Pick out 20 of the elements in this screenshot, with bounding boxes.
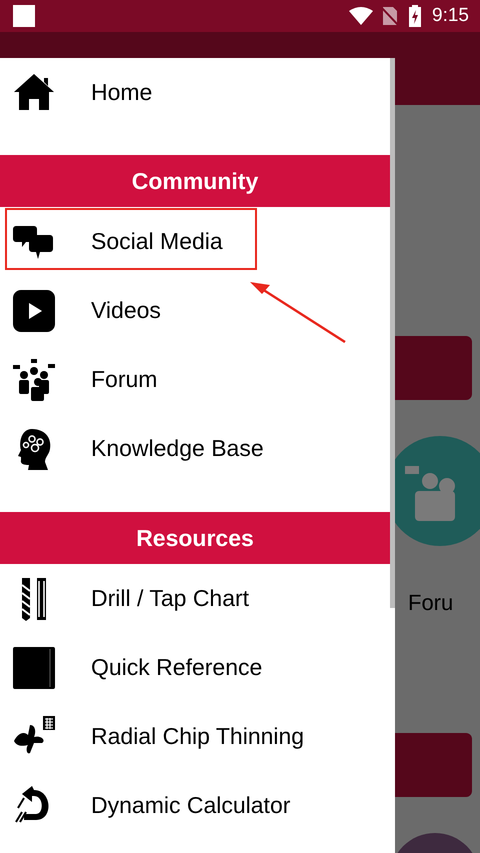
section-header: Community — [0, 155, 390, 207]
menu-item[interactable]: Dynamic Calculator — [91, 788, 290, 823]
menu-item[interactable]: Videos — [91, 293, 161, 328]
menu-item[interactable]: Home — [91, 74, 152, 110]
section-header: Resources — [0, 512, 390, 564]
clock: 9:15 — [432, 4, 469, 28]
menu-item[interactable]: Social Media — [91, 224, 223, 259]
battery-icon — [409, 5, 421, 27]
people-group-icon — [12, 358, 56, 402]
menu-item[interactable]: Radial Chip Thinning — [91, 719, 304, 754]
tile-label: Foru — [408, 589, 454, 617]
book-icon — [12, 646, 56, 690]
menu-item[interactable]: Quick Reference — [91, 650, 262, 685]
play-icon — [12, 288, 56, 332]
no-sim-icon — [382, 6, 398, 26]
menu-item[interactable]: Knowledge Base — [91, 431, 264, 466]
menu-item[interactable]: Drill / Tap Chart — [91, 581, 250, 616]
menu-item[interactable]: Forum — [91, 362, 158, 397]
wifi-icon — [349, 7, 373, 25]
app-icon — [13, 5, 35, 27]
